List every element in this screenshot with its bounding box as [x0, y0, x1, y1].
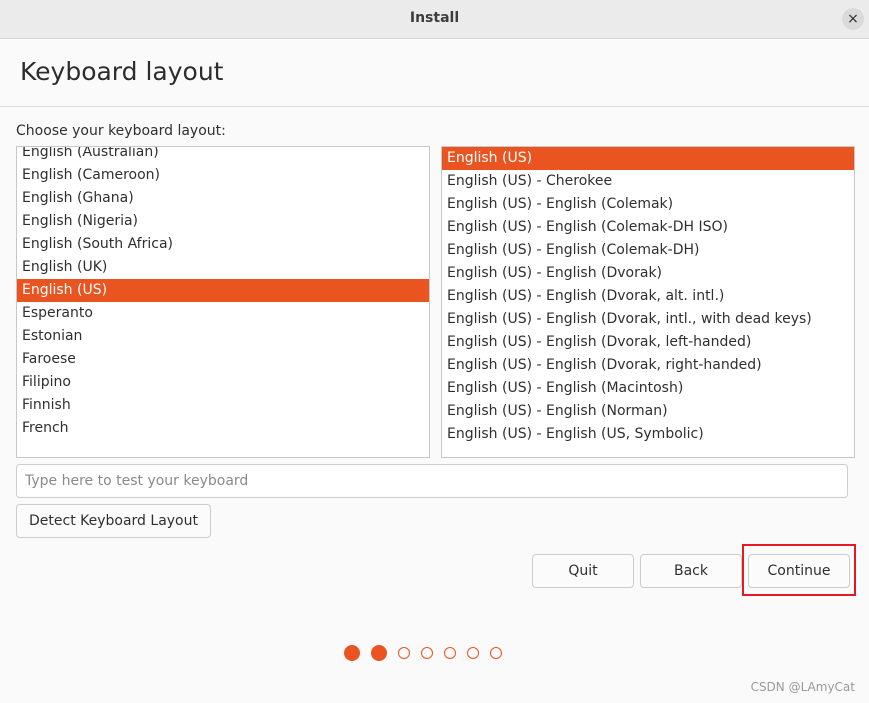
- progress-indicator: [344, 645, 502, 661]
- variants-item[interactable]: English (US) - English (Dvorak, alt. int…: [442, 285, 854, 308]
- layouts-item[interactable]: Esperanto: [17, 302, 429, 325]
- progress-dot: [467, 647, 479, 659]
- layouts-item[interactable]: Faroese: [17, 348, 429, 371]
- progress-dot: [371, 645, 387, 661]
- variants-item[interactable]: English (US) - English (Macintosh): [442, 377, 854, 400]
- progress-dot: [398, 647, 410, 659]
- window-titlebar: Install ×: [0, 0, 869, 39]
- layout-list-label: Choose your keyboard layout:: [16, 123, 226, 139]
- progress-dot: [421, 647, 433, 659]
- variants-item[interactable]: English (US) - Cherokee: [442, 170, 854, 193]
- continue-highlight-box: [742, 544, 856, 596]
- back-button[interactable]: Back: [640, 554, 742, 588]
- progress-dot: [490, 647, 502, 659]
- layouts-item[interactable]: English (UK): [17, 256, 429, 279]
- variants-item[interactable]: English (US) - English (Dvorak, left-han…: [442, 331, 854, 354]
- variants-item[interactable]: English (US) - English (Dvorak): [442, 262, 854, 285]
- variants-item[interactable]: English (US) - English (Norman): [442, 400, 854, 423]
- page-title: Keyboard layout: [20, 57, 224, 86]
- layouts-item[interactable]: English (Ghana): [17, 187, 429, 210]
- variants-item[interactable]: English (US) - English (Dvorak, right-ha…: [442, 354, 854, 377]
- layouts-item[interactable]: English (Australian): [17, 147, 429, 164]
- variants-item[interactable]: English (US): [442, 147, 854, 170]
- variants-item[interactable]: English (US) - English (Colemak-DH ISO): [442, 216, 854, 239]
- window-title: Install: [409, 10, 460, 26]
- header-divider: [0, 106, 869, 107]
- progress-dot: [344, 645, 360, 661]
- layouts-item[interactable]: English (Nigeria): [17, 210, 429, 233]
- layouts-item[interactable]: Finnish: [17, 394, 429, 417]
- variants-item[interactable]: English (US) - English (Dvorak, intl., w…: [442, 308, 854, 331]
- keyboard-test-input[interactable]: [16, 464, 848, 498]
- layouts-item[interactable]: Estonian: [17, 325, 429, 348]
- progress-dot: [444, 647, 456, 659]
- keyboard-variant-list[interactable]: English (US) English (US) - Cherokee Engli…: [441, 146, 855, 458]
- variants-item[interactable]: English (US) - English (US, Symbolic): [442, 423, 854, 446]
- layouts-item[interactable]: French: [17, 417, 429, 440]
- keyboard-layout-list[interactable]: English (Australian) English (Cameroon) En…: [16, 146, 430, 458]
- watermark: CSDN @LAmyCat: [750, 680, 855, 694]
- layouts-item[interactable]: English (South Africa): [17, 233, 429, 256]
- layouts-item[interactable]: English (Cameroon): [17, 164, 429, 187]
- layouts-item[interactable]: English (US): [17, 279, 429, 302]
- quit-button[interactable]: Quit: [532, 554, 634, 588]
- detect-keyboard-layout-button[interactable]: Detect Keyboard Layout: [16, 504, 211, 538]
- layouts-item[interactable]: Filipino: [17, 371, 429, 394]
- variants-item[interactable]: English (US) - English (Colemak-DH): [442, 239, 854, 262]
- close-icon[interactable]: ×: [842, 8, 864, 30]
- variants-item[interactable]: English (US) - English (Colemak): [442, 193, 854, 216]
